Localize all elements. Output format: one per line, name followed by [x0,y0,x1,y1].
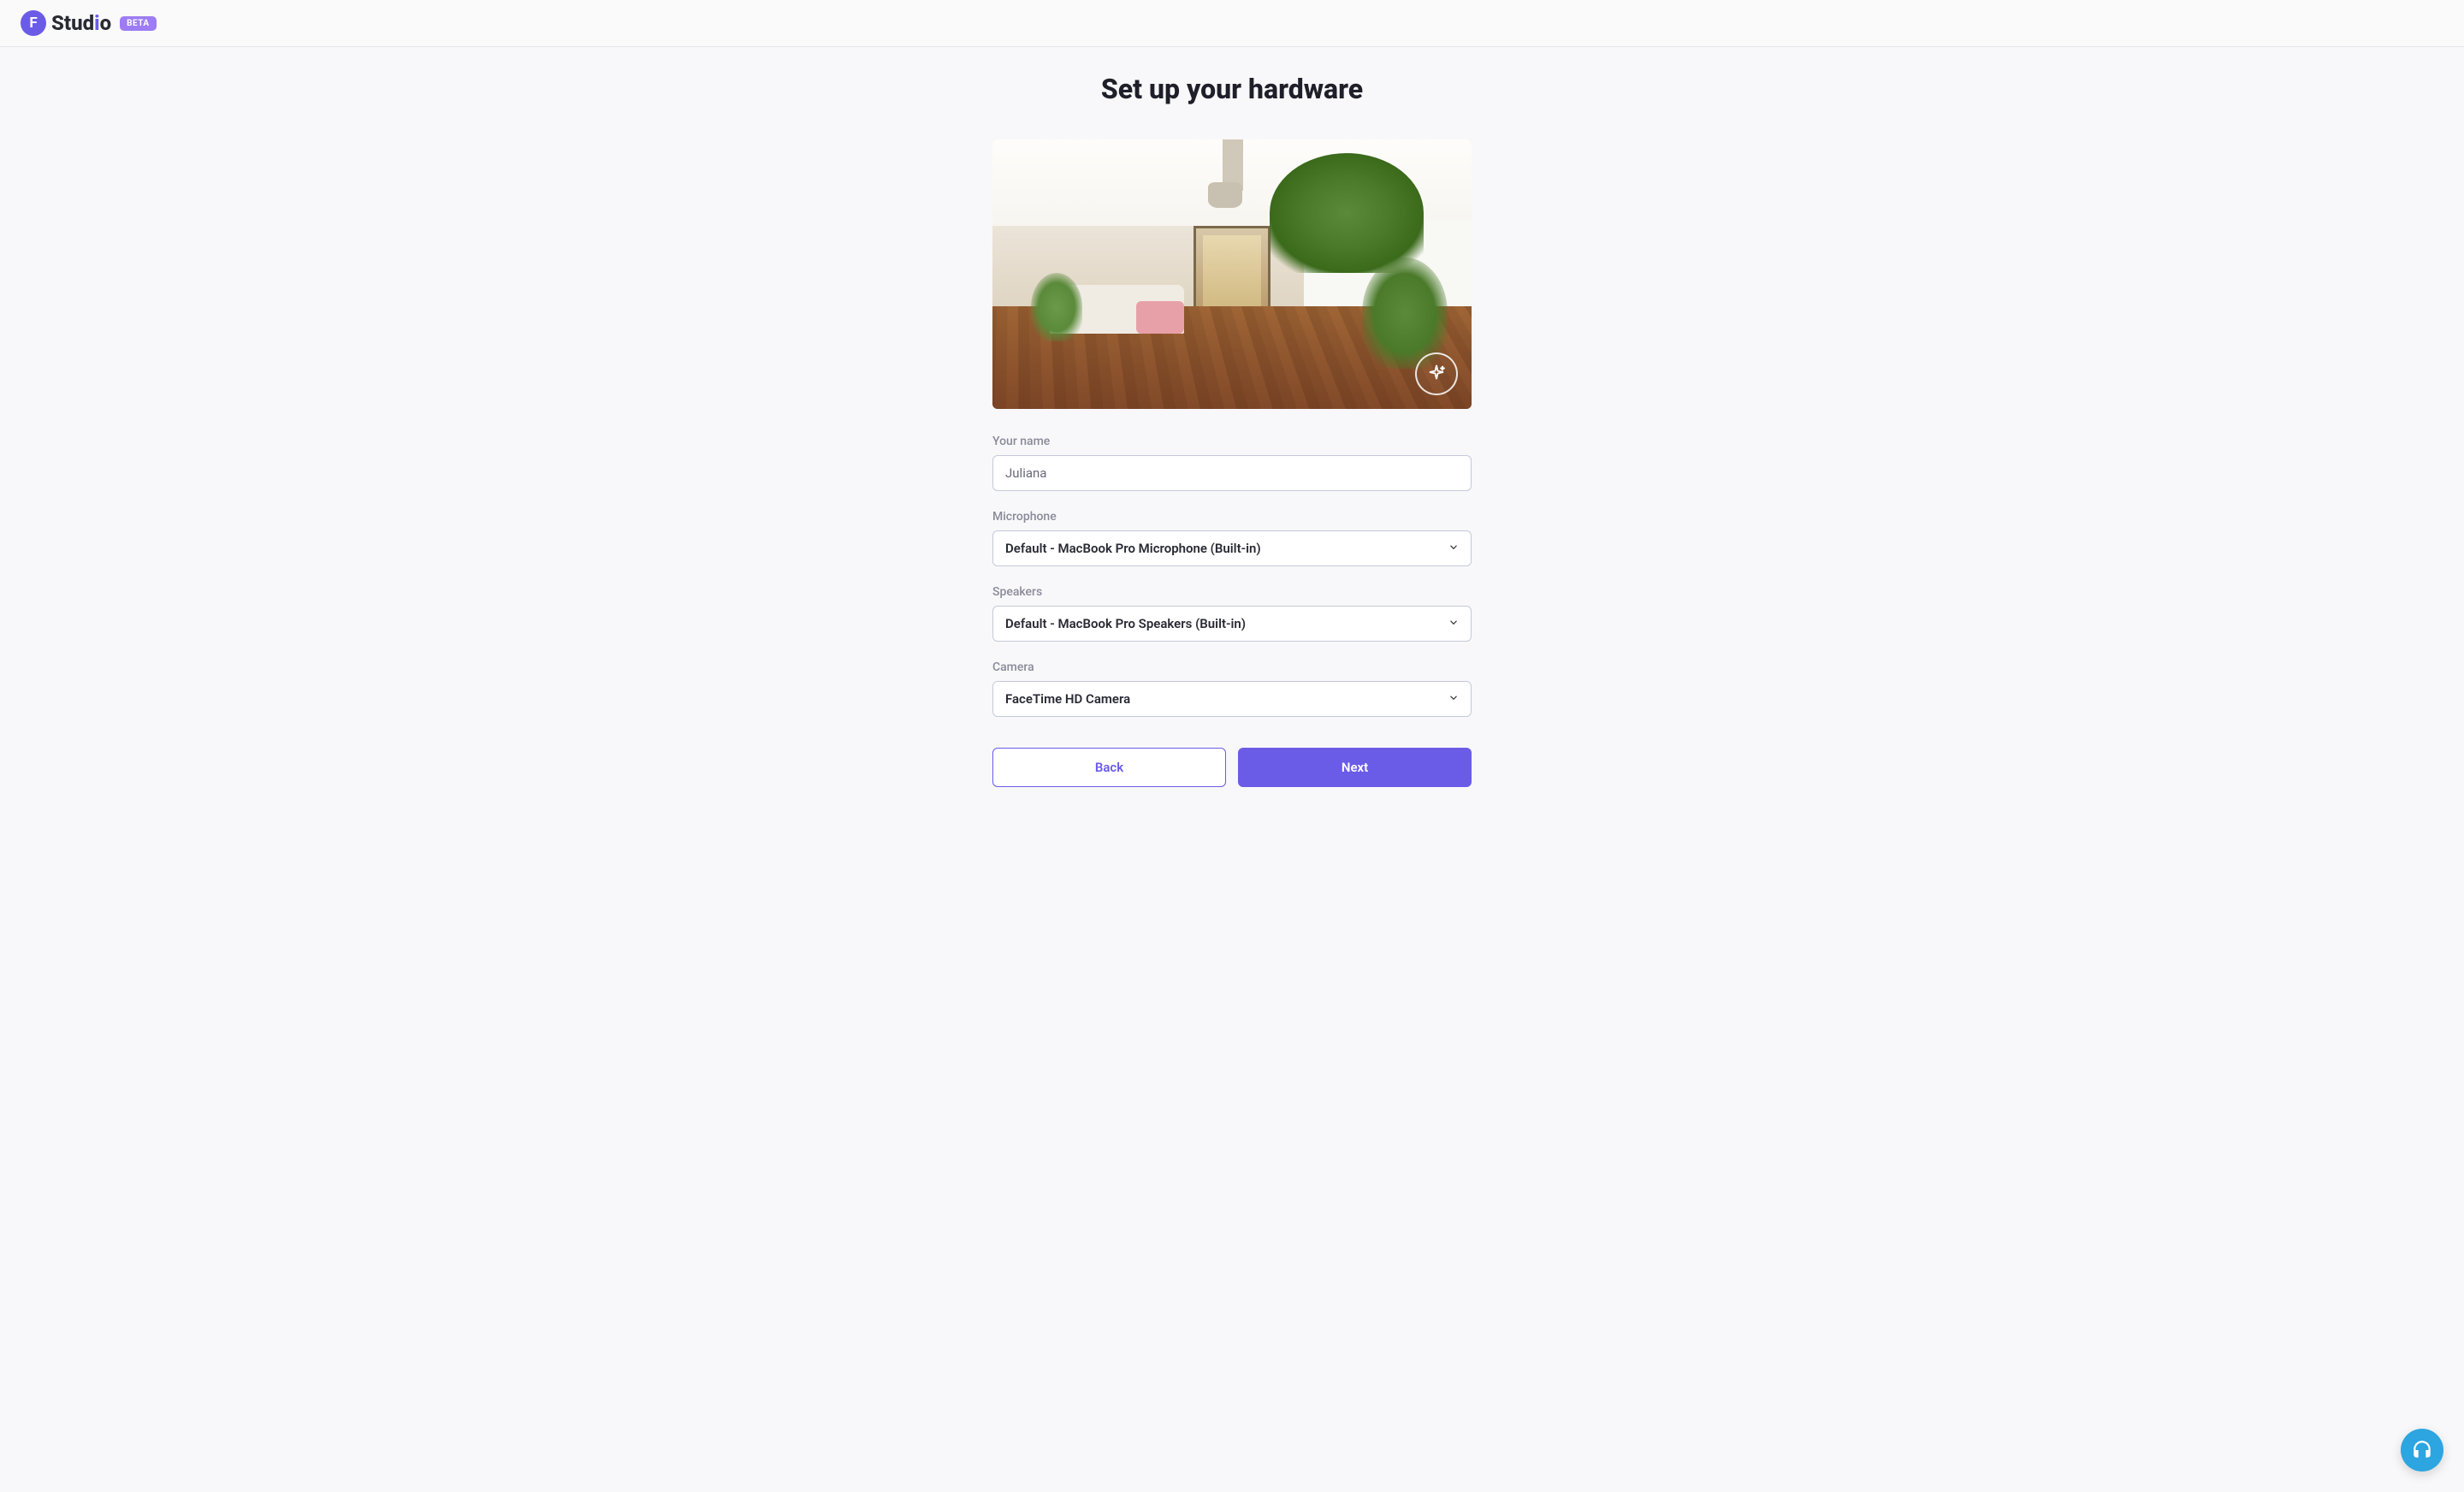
logo-letter: F [29,15,37,32]
button-row: Back Next [992,748,1472,787]
microphone-select[interactable]: Default - MacBook Pro Microphone (Built-… [992,530,1472,566]
microphone-label: Microphone [992,510,1472,524]
next-button[interactable]: Next [1238,748,1472,787]
logo[interactable]: F Studio BETA [21,10,157,36]
sparkle-icon [1426,364,1447,384]
speakers-group: Speakers Default - MacBook Pro Speakers … [992,585,1472,642]
camera-select[interactable]: FaceTime HD Camera [992,681,1472,717]
effects-button[interactable] [1415,352,1458,395]
support-button[interactable] [2401,1429,2443,1471]
beta-badge: BETA [120,16,157,31]
speakers-select[interactable]: Default - MacBook Pro Speakers (Built-in… [992,606,1472,642]
app-header: F Studio BETA [0,0,2464,47]
speakers-label: Speakers [992,585,1472,599]
name-group: Your name [992,435,1472,491]
microphone-group: Microphone Default - MacBook Pro Microph… [992,510,1472,566]
camera-label: Camera [992,660,1472,674]
main-content: Set up your hardware Your name [992,47,1472,830]
camera-group: Camera FaceTime HD Camera [992,660,1472,717]
camera-preview [992,139,1472,409]
page-title: Set up your hardware [992,73,1472,105]
name-label: Your name [992,435,1472,448]
logo-text: Studio [51,11,111,35]
back-button[interactable]: Back [992,748,1226,787]
headset-icon [2411,1439,2433,1461]
room-scene-illustration [992,139,1472,409]
name-field[interactable] [992,455,1472,491]
logo-icon: F [21,10,46,36]
